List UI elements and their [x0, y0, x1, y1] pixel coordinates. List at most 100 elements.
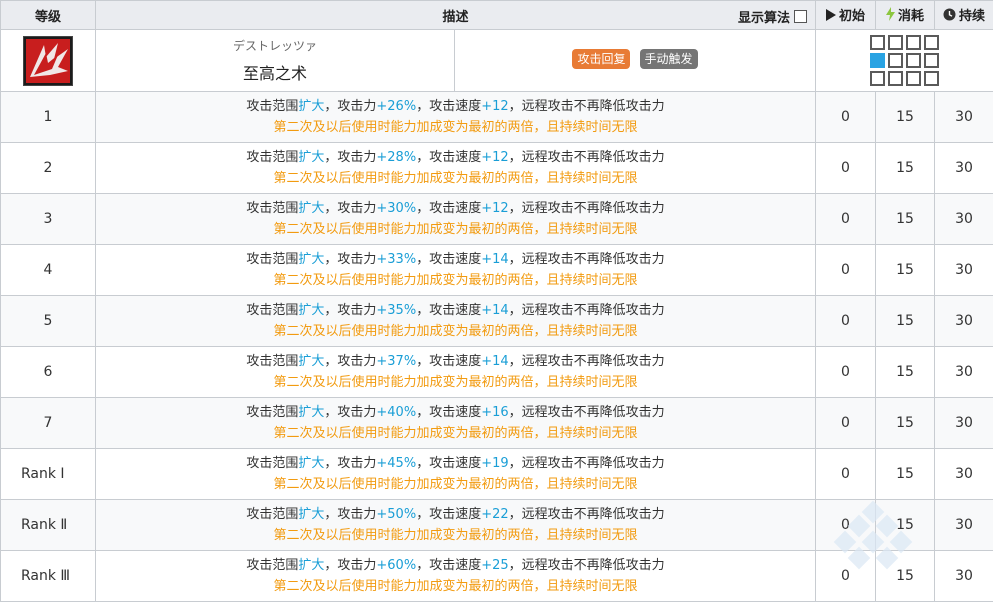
lightning-icon — [885, 7, 895, 25]
desc-text: 攻击范围 — [246, 354, 299, 369]
desc-text: 攻击范围 — [246, 507, 299, 522]
description-line-1: 攻击范围扩大，攻击力+28%，攻击速度+12，远程攻击不再降低攻击力 — [96, 147, 815, 168]
atk-value: +60% — [376, 558, 417, 573]
range-cell — [870, 71, 885, 86]
sp-cost-cell: 15 — [875, 142, 935, 194]
atk-value: +45% — [376, 456, 417, 471]
desc-text: 攻击范围 — [246, 405, 299, 420]
initial-sp-cell: 0 — [815, 193, 876, 245]
desc-text: ，远程攻击不再降低攻击力 — [508, 354, 665, 369]
sp-cost-cell: 15 — [875, 346, 935, 398]
range-cell — [906, 71, 921, 86]
initial-sp-cell: 0 — [815, 550, 876, 602]
description-line-2: 第二次及以后使用时能力加成变为最初的两倍，且持续时间无限 — [273, 171, 638, 186]
desc-text: ，远程攻击不再降低攻击力 — [508, 99, 665, 114]
sp-cost-cell: 15 — [875, 244, 935, 296]
cost-header-label: 消耗 — [897, 8, 924, 24]
col-initial-header: 初始 — [815, 0, 876, 30]
atk-value: +50% — [376, 507, 417, 522]
skill-table: デストレッツァ 至高之术 攻击回复 手动触发 等级 描述 显示算法 初始 消耗 … — [0, 0, 993, 602]
col-cost-header: 消耗 — [875, 0, 935, 30]
duration-cell: 30 — [934, 397, 993, 449]
desc-text: ，攻击速度 — [416, 252, 482, 267]
description-line-2: 第二次及以后使用时能力加成变为最初的两倍，且持续时间无限 — [273, 528, 638, 543]
desc-text: ，攻击速度 — [416, 354, 482, 369]
desc-highlight: 扩大 — [298, 303, 325, 318]
aspd-value: +19 — [481, 456, 509, 471]
skill-info-cell: デストレッツァ 至高之术 攻击回复 手动触发 — [95, 29, 816, 92]
desc-text: 攻击范围 — [246, 150, 299, 165]
show-formula-label: 显示算法 — [737, 11, 790, 26]
description-line-1: 攻击范围扩大，攻击力+33%，攻击速度+14，远程攻击不再降低攻击力 — [96, 249, 815, 270]
duration-cell: 30 — [934, 91, 993, 143]
table-row: Rank Ⅰ 攻击范围扩大，攻击力+45%，攻击速度+19，远程攻击不再降低攻击力… — [0, 448, 993, 500]
sp-cost-cell: 15 — [875, 295, 935, 347]
initial-sp-cell: 0 — [815, 142, 876, 194]
desc-text: ，攻击速度 — [416, 201, 482, 216]
play-icon — [825, 8, 836, 25]
atk-value: +26% — [376, 99, 417, 114]
duration-cell: 30 — [934, 193, 993, 245]
description-cell: 攻击范围扩大，攻击力+37%，攻击速度+14，远程攻击不再降低攻击力 第二次及以后… — [95, 346, 816, 398]
table-row: 5 攻击范围扩大，攻击力+35%，攻击速度+14，远程攻击不再降低攻击力 第二次及以… — [0, 295, 993, 347]
desc-highlight: 扩大 — [298, 354, 325, 369]
skill-name-cn: 至高之术 — [242, 64, 307, 83]
initial-sp-cell: 0 — [815, 91, 876, 143]
description-cell: 攻击范围扩大，攻击力+50%，攻击速度+22，远程攻击不再降低攻击力 第二次及以后… — [95, 499, 816, 551]
tag-manual-trigger: 手动触发 — [639, 49, 698, 69]
duration-cell: 30 — [934, 346, 993, 398]
desc-text: 攻击范围 — [246, 456, 299, 471]
desc-text: ，远程攻击不再降低攻击力 — [508, 456, 665, 471]
desc-text: ，攻击速度 — [416, 558, 482, 573]
description-cell: 攻击范围扩大，攻击力+30%，攻击速度+12，远程攻击不再降低攻击力 第二次及以后… — [95, 193, 816, 245]
atk-value: +30% — [376, 201, 417, 216]
initial-sp-cell: 0 — [815, 397, 876, 449]
col-duration-header: 持续 — [934, 0, 993, 30]
range-cell — [906, 35, 921, 50]
atk-value: +40% — [376, 405, 417, 420]
skill-tags: 攻击回复 手动触发 — [455, 30, 815, 91]
table-row: 7 攻击范围扩大，攻击力+40%，攻击速度+16，远程攻击不再降低攻击力 第二次及以… — [0, 397, 993, 449]
attack-range-cell — [815, 29, 993, 92]
table-row: 4 攻击范围扩大，攻击力+33%，攻击速度+14，远程攻击不再降低攻击力 第二次及以… — [0, 244, 993, 296]
aspd-value: +14 — [481, 303, 509, 318]
sp-cost-cell: 15 — [875, 193, 935, 245]
description-line-2: 第二次及以后使用时能力加成变为最初的两倍，且持续时间无限 — [273, 324, 638, 339]
tag-attack-recovery: 攻击回复 — [572, 49, 631, 69]
range-cell — [870, 35, 885, 50]
desc-text: ，攻击速度 — [416, 303, 482, 318]
level-cell: 2 — [0, 142, 96, 194]
aspd-value: +25 — [481, 558, 509, 573]
table-row: 1 攻击范围扩大，攻击力+26%，攻击速度+12，远程攻击不再降低攻击力 第二次及以… — [0, 91, 993, 143]
description-cell: 攻击范围扩大，攻击力+35%，攻击速度+14，远程攻击不再降低攻击力第二次及以后… — [95, 295, 816, 347]
atk-value: +37% — [376, 354, 417, 369]
column-header-row: 等级 描述 显示算法 初始 消耗 持续 — [0, 0, 993, 30]
range-cell-operator — [870, 53, 885, 68]
description-line-2: 第二次及以后使用时能力加成变为最初的两倍，且持续时间无限 — [273, 579, 638, 594]
desc-text: ，远程攻击不再降低攻击力 — [508, 303, 665, 318]
desc-text: ，攻击速度 — [416, 150, 482, 165]
level-cell: Rank Ⅱ — [0, 499, 96, 551]
table-row: Rank Ⅲ 攻击范围扩大，攻击力+60%，攻击速度+25，远程攻击不再降低攻击力… — [0, 550, 993, 602]
show-formula-checkbox[interactable] — [794, 10, 807, 23]
atk-value: +28% — [376, 150, 417, 165]
desc-text: ，攻击力 — [324, 252, 377, 267]
description-line-1: 攻击范围扩大，攻击力+45%，攻击速度+19，远程攻击不再降低攻击力 — [96, 453, 815, 474]
description-cell: 攻击范围扩大，攻击力+33%，攻击速度+14，远程攻击不再降低攻击力第二次及以后… — [95, 244, 816, 296]
desc-text: 攻击范围 — [246, 252, 299, 267]
description-line-1: 攻击范围扩大，攻击力+35%，攻击速度+14，远程攻击不再降低攻击力 — [96, 300, 815, 321]
desc-text: ，攻击力 — [324, 405, 377, 420]
range-cell — [924, 53, 939, 68]
desc-text: ，攻击力 — [324, 456, 377, 471]
table-row: 3 攻击范围扩大，攻击力+30%，攻击速度+12，远程攻击不再降低攻击力 第二次及以… — [0, 193, 993, 245]
col-description-header: 描述 显示算法 — [95, 0, 816, 30]
desc-text: ，攻击力 — [324, 150, 377, 165]
desc-highlight: 扩大 — [298, 456, 325, 471]
desc-text: ，攻击速度 — [416, 99, 482, 114]
atk-value: +35% — [376, 303, 417, 318]
show-formula-toggle[interactable]: 显示算法 — [738, 7, 807, 26]
col-level-header: 等级 — [0, 0, 96, 30]
dragon-claw-skill-icon — [23, 35, 73, 86]
description-line-2: 第二次及以后使用时能力加成变为最初的两倍，且持续时间无限 — [273, 273, 638, 288]
sp-cost-cell: 15 — [875, 550, 935, 602]
